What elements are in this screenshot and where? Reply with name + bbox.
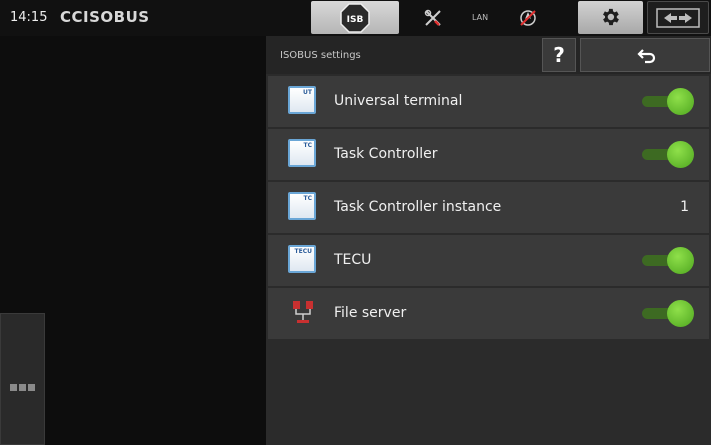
panel-header: ISOBUS settings ?: [266, 36, 711, 74]
back-button[interactable]: [580, 38, 710, 72]
isb-stop-icon: ISB: [340, 3, 370, 33]
row-label: TECU: [334, 252, 372, 268]
help-button[interactable]: ?: [542, 38, 576, 72]
service-tools-icon: [423, 8, 443, 32]
more-icon: [10, 376, 37, 395]
universal-terminal-toggle[interactable]: [642, 88, 694, 116]
isb-button[interactable]: ISB: [311, 1, 399, 34]
list-item-universal-terminal[interactable]: UT Universal terminal: [268, 76, 709, 127]
row-label: Task Controller instance: [334, 199, 502, 215]
brand-logo: CCISOBUS: [60, 8, 150, 26]
task-controller-toggle[interactable]: [642, 141, 694, 169]
clock: 14:15: [10, 10, 48, 25]
instance-value: 1: [680, 199, 689, 215]
row-label: Universal terminal: [334, 93, 463, 109]
screen-switch-button[interactable]: [647, 1, 709, 34]
row-label: Task Controller: [334, 146, 438, 162]
isobus-settings-panel: ISOBUS settings ? UT Universal terminal …: [266, 36, 711, 445]
menu-tab[interactable]: [0, 313, 45, 445]
back-arrow-icon: [637, 49, 656, 64]
tecu-icon: TECU: [288, 245, 318, 275]
gear-icon: [603, 8, 619, 26]
universal-terminal-icon: UT: [288, 86, 318, 116]
gps-disabled-icon: [518, 8, 538, 32]
svg-text:ISB: ISB: [347, 15, 364, 25]
file-server-toggle[interactable]: [642, 300, 694, 328]
list-item-task-controller-instance[interactable]: TC Task Controller instance 1: [268, 182, 709, 233]
swap-screen-icon: [656, 8, 700, 28]
list-item-file-server[interactable]: File server: [268, 288, 709, 339]
page-title: ISOBUS settings: [280, 50, 361, 61]
file-server-icon: [288, 298, 318, 328]
list-item-tecu[interactable]: TECU TECU: [268, 235, 709, 286]
top-status-bar: 14:15 CCISOBUS ISB LAN: [0, 0, 711, 36]
settings-button[interactable]: [578, 1, 643, 34]
task-controller-icon: TC: [288, 139, 318, 169]
tecu-toggle[interactable]: [642, 247, 694, 275]
task-controller-icon: TC: [288, 192, 318, 222]
row-label: File server: [334, 305, 407, 321]
list-item-task-controller[interactable]: TC Task Controller: [268, 129, 709, 180]
lan-indicator: LAN: [472, 13, 489, 22]
